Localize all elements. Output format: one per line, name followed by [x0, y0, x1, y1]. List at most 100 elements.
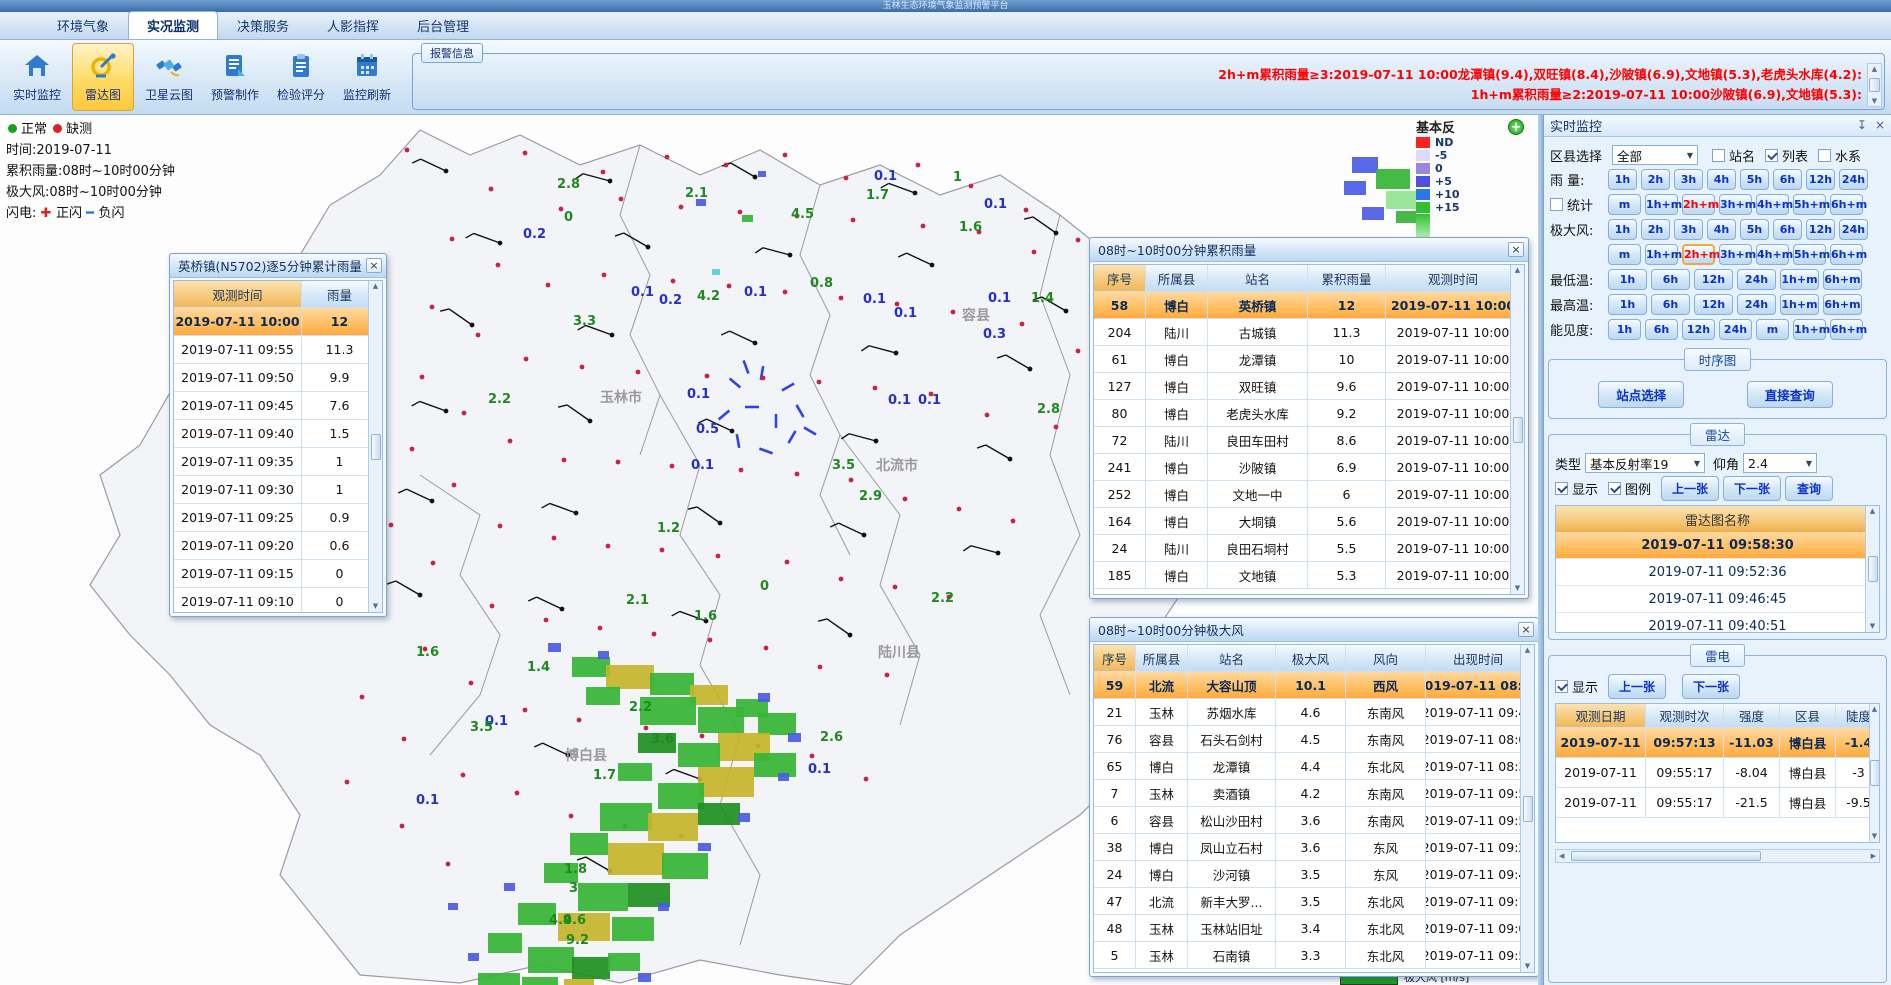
period-button-3h[interactable]: 3h [1674, 219, 1703, 240]
table-row[interactable]: 24博白沙河镇3.5东风2019-07-11 09:46 [1094, 861, 1520, 888]
table-header-cell[interactable]: 出现时间 [1426, 645, 1531, 672]
stat-checkbox[interactable] [1550, 198, 1563, 211]
toolbar-button-检验评分[interactable]: 检验评分 [270, 43, 332, 111]
table-row[interactable]: 2019-07-11 09:457.6 [174, 392, 368, 420]
radar-prev-button[interactable]: 上一张 [1661, 476, 1719, 501]
period-button-6h+m[interactable]: 6h+m [1823, 269, 1862, 290]
table-row[interactable]: 2019-07-11 09:250.9 [174, 504, 368, 532]
table-row[interactable]: 2019-07-11 10:0012 [174, 308, 368, 336]
period-button-6h+m[interactable]: 6h+m [1823, 294, 1862, 315]
period-button-5h[interactable]: 5h [1740, 219, 1769, 240]
tab-后台管理[interactable]: 后台管理 [398, 11, 488, 39]
period-button-24h[interactable]: 24h [1839, 169, 1868, 190]
period-button-4h+m[interactable]: 4h+m [1756, 244, 1789, 265]
district-select[interactable]: 全部▼ [1612, 145, 1698, 165]
period-button-4h[interactable]: 4h [1707, 219, 1736, 240]
tab-实况监测[interactable]: 实况监测 [128, 11, 218, 39]
period-button-6h[interactable]: 6h [1645, 319, 1678, 340]
lightning-show-checkbox[interactable] [1555, 680, 1568, 693]
period-button-1h+m[interactable]: 1h+m [1780, 269, 1819, 290]
period-button-12h[interactable]: 12h [1806, 219, 1835, 240]
period-button-m[interactable]: m [1608, 244, 1641, 265]
period-button-1h[interactable]: 1h [1608, 219, 1637, 240]
table-header-cell[interactable]: 累积雨量 [1308, 265, 1386, 292]
period-button-12h[interactable]: 12h [1694, 294, 1733, 315]
tab-环境气象[interactable]: 环境气象 [38, 11, 128, 39]
table-row[interactable]: 164博白大垌镇5.62019-07-11 10:00 [1094, 508, 1510, 535]
period-button-6h+m[interactable]: 6h+m [1830, 244, 1863, 265]
table-row[interactable]: 72陆川良田车田村8.62019-07-11 10:00 [1094, 427, 1510, 454]
close-icon[interactable]: × [1518, 622, 1534, 637]
station-select-button[interactable]: 站点选择 [1598, 381, 1684, 408]
close-icon[interactable]: × [1508, 242, 1524, 257]
table-header-cell[interactable]: 站名 [1188, 645, 1276, 672]
period-button-5h[interactable]: 5h [1740, 169, 1769, 190]
period-button-24h[interactable]: 24h [1737, 269, 1776, 290]
popup-scrollbar[interactable]: ▲▼ [1520, 645, 1534, 972]
table-row[interactable]: 7玉林卖酒镇4.2东南风2019-07-11 09:59 [1094, 780, 1520, 807]
table-row[interactable]: 204陆川古城镇11.32019-07-11 10:00 [1094, 319, 1510, 346]
radar-legend-checkbox[interactable] [1608, 482, 1621, 495]
scroll-down-icon[interactable]: ▼ [1872, 96, 1877, 106]
table-header-cell[interactable]: 序号 [1094, 265, 1146, 292]
table-header-cell[interactable]: 观测时次 [1646, 704, 1724, 728]
table-row[interactable]: 21玉林苏烟水库4.6东南风2019-07-11 09:49 [1094, 699, 1520, 726]
period-button-3h[interactable]: 3h [1674, 169, 1703, 190]
period-button-12h[interactable]: 12h [1694, 269, 1733, 290]
period-button-12h[interactable]: 12h [1682, 319, 1715, 340]
station-name-checkbox[interactable] [1712, 149, 1725, 162]
table-row[interactable]: 76容县石头石剑村4.5东南风2019-07-11 08:08 [1094, 726, 1520, 753]
table-row[interactable]: 38博白凤山立石村3.6东风2019-07-11 09:26 [1094, 834, 1520, 861]
table-row[interactable]: 5玉林石南镇3.3东北风2019-07-11 09:59 [1094, 942, 1520, 969]
table-header-cell[interactable]: 观测时间 [174, 281, 302, 308]
period-button-24h[interactable]: 24h [1719, 319, 1752, 340]
scroll-thumb[interactable] [1571, 851, 1761, 861]
table-row[interactable]: 2019-07-11 09:301 [174, 476, 368, 504]
table-header-cell[interactable]: 所属县 [1136, 645, 1188, 672]
period-button-5h+m[interactable]: 5h+m [1793, 194, 1826, 215]
table-row[interactable]: 2019-07-11 09:5511.3 [174, 336, 368, 364]
popup-scrollbar[interactable]: ▲▼ [1510, 265, 1524, 594]
period-button-6h[interactable]: 6h [1651, 294, 1690, 315]
table-header-cell[interactable]: 所属县 [1146, 265, 1208, 292]
scroll-right-icon[interactable]: ▶ [1868, 852, 1879, 860]
table-row[interactable]: 2019-07-1109:55:17-8.04博白县-3 [1556, 758, 1869, 788]
period-button-1h+m[interactable]: 1h+m [1780, 294, 1819, 315]
table-header-cell[interactable]: 极大风 [1276, 645, 1346, 672]
period-button-1h+m[interactable]: 1h+m [1793, 319, 1826, 340]
radar-image-item[interactable]: 2019-07-11 09:40:51 [1556, 613, 1879, 633]
radar-image-item[interactable]: 2019-07-11 09:52:36 [1556, 559, 1879, 586]
period-button-1h[interactable]: 1h [1608, 294, 1647, 315]
lightning-prev-button[interactable]: 上一张 [1608, 674, 1666, 699]
period-button-1h+m[interactable]: 1h+m [1645, 194, 1678, 215]
period-button-6h+m[interactable]: 6h+m [1830, 319, 1863, 340]
table-header-cell[interactable]: 区县 [1780, 704, 1836, 728]
table-row[interactable]: 2019-07-1109:55:17-21.5博白县-9.511 [1556, 788, 1869, 818]
toolbar-button-雷达图[interactable]: 雷达图 [72, 43, 134, 111]
period-button-6h[interactable]: 6h [1773, 169, 1802, 190]
table-row[interactable]: 2019-07-1109:57:13-11.03博白县-1.4 [1556, 728, 1869, 758]
table-row[interactable]: 59北流大容山顶10.1西风2019-07-11 08:47 [1094, 672, 1520, 699]
period-button-3h+m[interactable]: 3h+m [1719, 244, 1752, 265]
tab-人影指挥[interactable]: 人影指挥 [308, 11, 398, 39]
table-row[interactable]: 2019-07-11 09:401.5 [174, 420, 368, 448]
scroll-up-icon[interactable]: ▲ [1872, 64, 1877, 74]
period-button-4h+m[interactable]: 4h+m [1756, 194, 1789, 215]
period-button-1h+m[interactable]: 1h+m [1645, 244, 1678, 265]
table-row[interactable]: 2019-07-11 09:509.9 [174, 364, 368, 392]
table-row[interactable]: 241博白沙陂镇6.92019-07-11 10:00 [1094, 454, 1510, 481]
table-row[interactable]: 252博白文地一中62019-07-11 10:00 [1094, 481, 1510, 508]
table-row[interactable]: 6容县松山沙田村3.6东南风2019-07-11 09:59 [1094, 807, 1520, 834]
table-row[interactable]: 127博白双旺镇9.62019-07-11 10:00 [1094, 373, 1510, 400]
weather-map-canvas[interactable]: 2.82.11.704.50.110.11.60.20.24.23.30.10.… [0, 115, 1538, 985]
radar-list-scrollbar[interactable]: ▲▼ [1865, 506, 1879, 632]
period-button-24h[interactable]: 24h [1737, 294, 1776, 315]
lightning-hscrollbar[interactable]: ◀ ▶ [1555, 849, 1880, 863]
direct-query-button[interactable]: 直接查询 [1747, 381, 1833, 408]
radar-query-button[interactable]: 查询 [1785, 476, 1833, 501]
table-row[interactable]: 185博白文地镇5.32019-07-11 10:00 [1094, 562, 1510, 589]
radar-elevation-select[interactable]: 2.4▼ [1743, 453, 1817, 473]
period-button-m[interactable]: m [1608, 194, 1641, 215]
table-row[interactable]: 48玉林玉林站旧址3.4东北风2019-07-11 09:09 [1094, 915, 1520, 942]
table-row[interactable]: 80博白老虎头水库9.22019-07-11 10:00 [1094, 400, 1510, 427]
